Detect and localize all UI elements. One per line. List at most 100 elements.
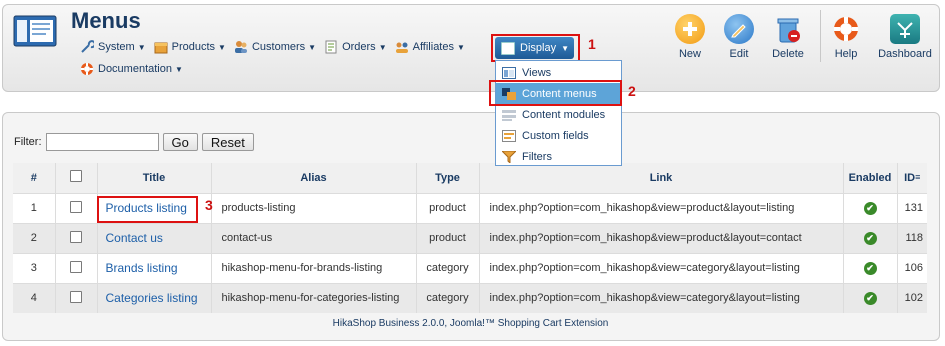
new-button[interactable]: New <box>662 14 718 60</box>
filter-bar: Filter: Go Reset <box>14 133 254 151</box>
dropdown-item-filters[interactable]: Filters <box>496 146 621 167</box>
header-title[interactable]: Title <box>97 163 212 193</box>
row-type: product <box>416 192 480 223</box>
header-type[interactable]: Type <box>416 163 480 193</box>
row-checkbox[interactable] <box>70 260 82 273</box>
enabled-check-icon[interactable]: ✔ <box>863 201 877 215</box>
footer-text: HikaShop Business 2.0.0, Joomla!™ Shoppi… <box>332 318 609 329</box>
select-all-checkbox[interactable] <box>70 170 82 183</box>
users-icon <box>234 40 248 54</box>
row-title-cell: Brands listing <box>97 252 212 283</box>
row-id: 118 <box>897 222 927 253</box>
enabled-check-icon[interactable]: ✔ <box>863 261 877 275</box>
menu-orders[interactable]: Orders ▼ <box>320 38 391 56</box>
table-row: 3 Brands listing hikashop-menu-for-brand… <box>13 252 927 283</box>
row-link: index.php?option=com_hikashop&view=categ… <box>479 252 844 283</box>
dropdown-item-custom-fields[interactable]: Custom fields <box>496 125 621 146</box>
callout-3: 3 <box>205 197 213 213</box>
row-id: 102 <box>897 282 927 313</box>
delete-button-label: Delete <box>772 48 804 60</box>
chevron-down-icon: ▼ <box>175 64 183 74</box>
row-num: 4 <box>13 282 56 313</box>
row-checkbox-cell <box>55 252 98 283</box>
reset-button[interactable]: Reset <box>201 133 254 151</box>
row-enabled-cell: ✔ <box>843 222 898 253</box>
row-title-cell: Contact us <box>97 222 212 253</box>
row-enabled-cell: ✔ <box>843 252 898 283</box>
row-id: 106 <box>897 252 927 283</box>
chevron-down-icon: ▼ <box>456 42 465 52</box>
menu-orders-label: Orders <box>342 41 376 53</box>
go-button[interactable]: Go <box>162 133 198 151</box>
row-link: index.php?option=com_hikashop&view=categ… <box>479 282 844 313</box>
header-link[interactable]: Link <box>479 163 844 193</box>
page-title: Menus <box>71 8 141 33</box>
row-num: 3 <box>13 252 56 283</box>
row-alias: hikashop-menu-for-categories-listing <box>211 282 417 313</box>
row-checkbox-cell <box>55 282 98 313</box>
header-alias[interactable]: Alias <box>211 163 417 193</box>
delete-button[interactable]: Delete <box>760 14 816 60</box>
lifebuoy-icon <box>80 62 94 76</box>
edit-button[interactable]: Edit <box>711 14 767 60</box>
header-enabled[interactable]: Enabled <box>843 163 898 193</box>
lifebuoy-icon <box>831 14 861 44</box>
callout-1: 1 <box>588 36 596 52</box>
row-type: category <box>416 282 480 313</box>
edit-button-label: Edit <box>729 48 749 60</box>
new-button-label: New <box>678 48 701 60</box>
row-enabled-cell: ✔ <box>843 282 898 313</box>
menu-documentation[interactable]: Documentation ▼ <box>76 60 187 78</box>
row-alias: hikashop-menu-for-brands-listing <box>211 252 417 283</box>
row-num: 1 <box>13 192 56 223</box>
menu-products[interactable]: Products ▼ <box>150 38 230 56</box>
menu-system-label: System <box>98 41 135 53</box>
row-checkbox[interactable] <box>70 290 82 303</box>
dropdown-item-content-modules[interactable]: Content modules <box>496 104 621 125</box>
filter-input[interactable] <box>45 133 159 151</box>
row-alias: products-listing <box>211 192 417 223</box>
content-modules-icon <box>502 109 516 121</box>
affiliates-icon <box>395 40 409 54</box>
row-link: index.php?option=com_hikashop&view=produ… <box>479 192 844 223</box>
menu-affiliates-label: Affiliates <box>412 41 454 53</box>
dashboard-button[interactable]: Dashboard <box>877 14 933 60</box>
help-button[interactable]: Help <box>818 14 874 60</box>
custom-fields-icon <box>502 129 516 142</box>
row-alias: contact-us <box>211 222 417 253</box>
row-title-link[interactable]: Contact us <box>106 231 163 245</box>
trash-icon <box>773 14 803 44</box>
help-button-label: Help <box>834 48 858 60</box>
header-id[interactable]: ID≡ <box>897 163 927 193</box>
views-icon <box>502 66 516 79</box>
row-num: 2 <box>13 222 56 253</box>
highlight-box-display <box>491 34 580 62</box>
enabled-check-icon[interactable]: ✔ <box>863 291 877 305</box>
chevron-down-icon: ▼ <box>308 42 317 52</box>
row-checkbox[interactable] <box>70 200 82 213</box>
callout-2: 2 <box>628 83 636 99</box>
row-link: index.php?option=com_hikashop&view=produ… <box>479 222 844 253</box>
wrench-icon <box>80 40 96 54</box>
filters-icon <box>500 150 518 164</box>
menu-customers[interactable]: Customers ▼ <box>230 38 320 56</box>
menu-system[interactable]: System ▼ <box>76 38 150 56</box>
row-title-link[interactable]: Brands listing <box>106 261 178 275</box>
menus-table: # Title Alias Type Link Enabled ID≡ 1 Pr… <box>13 163 927 313</box>
dropdown-item-custom-fields-label: Custom fields <box>522 129 589 142</box>
row-checkbox-cell <box>55 192 98 223</box>
table-header-row: # Title Alias Type Link Enabled ID≡ <box>13 163 927 193</box>
row-title-link[interactable]: Categories listing <box>106 291 198 305</box>
display-dropdown: Views Content menus Content modules Cust… <box>495 60 622 166</box>
dropdown-item-content-modules-label: Content modules <box>522 108 606 121</box>
menu-documentation-label: Documentation <box>98 63 172 75</box>
dropdown-item-filters-label: Filters <box>522 150 552 163</box>
dashboard-icon <box>890 14 920 44</box>
menus-logo-icon <box>12 14 58 50</box>
highlight-box-products-listing <box>97 196 198 223</box>
enabled-check-icon[interactable]: ✔ <box>863 231 877 245</box>
menu-affiliates[interactable]: Affiliates ▼ <box>391 38 469 56</box>
table-row: 4 Categories listing hikashop-menu-for-c… <box>13 282 927 313</box>
row-checkbox[interactable] <box>70 230 82 243</box>
row-enabled-cell: ✔ <box>843 192 898 223</box>
